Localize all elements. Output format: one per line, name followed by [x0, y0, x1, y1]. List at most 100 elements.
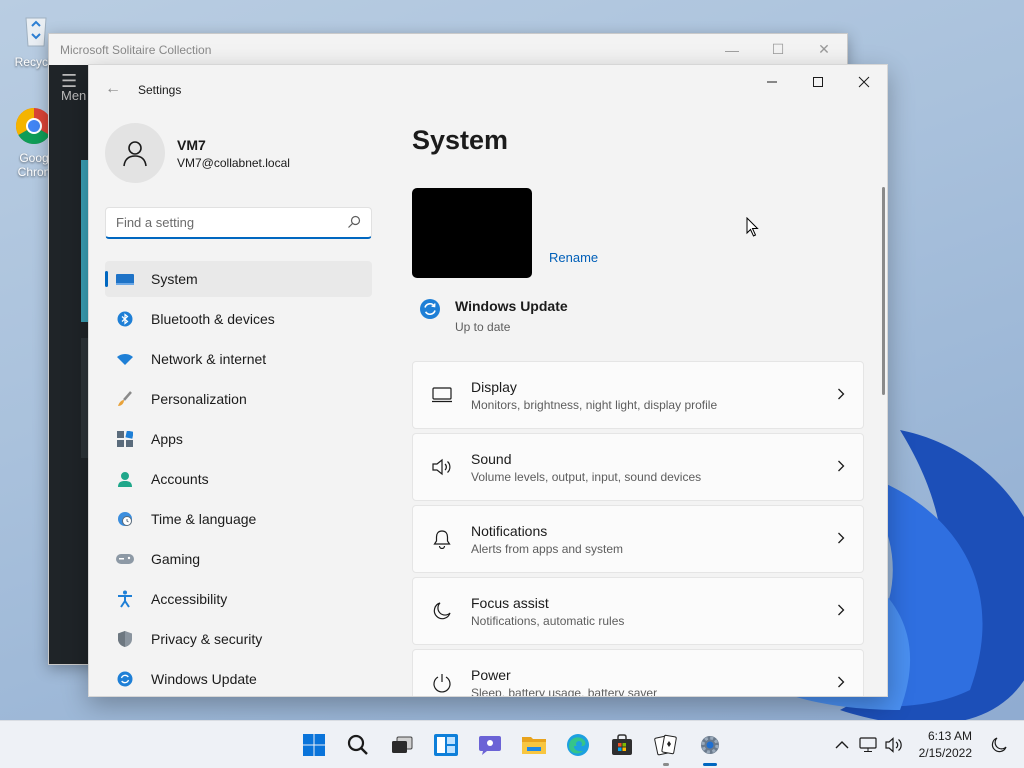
- card-subtitle: Volume levels, output, input, sound devi…: [471, 469, 702, 484]
- volume-button[interactable]: [881, 737, 907, 753]
- start-icon: [303, 734, 325, 756]
- solitaire-titlebar[interactable]: Microsoft Solitaire Collection — ☐ ✕: [49, 34, 847, 65]
- solitaire-menu-button[interactable]: ☰ Men: [61, 71, 87, 103]
- system-tray: 6:13 AM 2/15/2022: [829, 721, 1024, 768]
- edge-button[interactable]: [556, 721, 600, 768]
- chat-icon: [479, 736, 501, 755]
- card-focus-assist[interactable]: Focus assist Notifications, automatic ru…: [412, 577, 864, 645]
- sidebar-nav: System Bluetooth & devices Network & int…: [105, 261, 372, 696]
- sidebar-item-system[interactable]: System: [105, 261, 372, 297]
- chevron-up-icon: [835, 741, 849, 749]
- sidebar-item-privacy[interactable]: Privacy & security: [105, 621, 372, 657]
- sidebar-item-windows-update[interactable]: Windows Update: [105, 661, 372, 696]
- show-hidden-icons-button[interactable]: [829, 740, 855, 750]
- store-button[interactable]: [600, 721, 644, 768]
- card-title: Notifications: [471, 522, 548, 539]
- card-subtitle: Sleep, battery usage, battery saver: [471, 685, 658, 697]
- bell-icon: [433, 530, 451, 549]
- settings-titlebar[interactable]: ← Settings: [89, 65, 887, 113]
- widgets-button[interactable]: [424, 721, 468, 768]
- bluetooth-icon: [117, 311, 133, 327]
- sidebar-item-label: Apps: [151, 431, 183, 447]
- user-profile[interactable]: VM7 VM7@collabnet.local: [105, 123, 290, 183]
- file-explorer-icon: [522, 737, 546, 754]
- volume-icon: [885, 737, 902, 753]
- close-icon[interactable]: ✕: [801, 34, 847, 65]
- sidebar-item-bluetooth[interactable]: Bluetooth & devices: [105, 301, 372, 337]
- windows-update-status-text: Up to date: [455, 320, 511, 334]
- sidebar-item-gaming[interactable]: Gaming: [105, 541, 372, 577]
- sidebar-item-accessibility[interactable]: Accessibility: [105, 581, 372, 617]
- solitaire-menu-label: Men: [61, 88, 87, 103]
- settings-taskbar-button[interactable]: [688, 721, 732, 768]
- chevron-right-icon: [838, 388, 845, 400]
- search-icon[interactable]: [347, 215, 361, 229]
- power-icon: [433, 674, 451, 693]
- clock[interactable]: 6:13 AM 2/15/2022: [919, 728, 972, 762]
- start-button[interactable]: [292, 721, 336, 768]
- task-view-button[interactable]: [380, 721, 424, 768]
- solitaire-icon: [654, 734, 677, 756]
- sidebar-item-label: Windows Update: [151, 671, 257, 687]
- solitaire-taskbar-button[interactable]: [644, 721, 688, 768]
- maximize-icon[interactable]: ☐: [755, 34, 801, 65]
- network-icon: [859, 737, 877, 752]
- shield-icon: [118, 631, 132, 647]
- widgets-icon: [434, 734, 458, 756]
- maximize-button[interactable]: [795, 65, 841, 99]
- chevron-right-icon: [838, 676, 845, 688]
- focus-assist-button[interactable]: [986, 737, 1012, 753]
- sidebar-item-accounts[interactable]: Accounts: [105, 461, 372, 497]
- sidebar-item-apps[interactable]: Apps: [105, 421, 372, 457]
- speaker-icon: [432, 458, 451, 476]
- page-title: System: [412, 125, 509, 155]
- store-icon: [612, 734, 632, 755]
- sidebar-item-label: Accessibility: [151, 591, 228, 607]
- accessibility-icon: [118, 590, 132, 608]
- close-button[interactable]: [841, 65, 887, 99]
- network-status-button[interactable]: [855, 737, 881, 753]
- hamburger-icon: ☰: [61, 71, 78, 91]
- moon-icon: [433, 602, 451, 620]
- minimize-button[interactable]: [749, 65, 795, 99]
- maximize-icon: [813, 77, 823, 87]
- sidebar-item-label: Time & language: [151, 511, 257, 527]
- taskbar-search-button[interactable]: [336, 721, 380, 768]
- windows-update-status[interactable]: Windows Update Up to date: [419, 298, 568, 334]
- settings-icon: [701, 736, 719, 754]
- card-notifications[interactable]: Notifications Alerts from apps and syste…: [412, 505, 864, 573]
- sidebar-item-label: Gaming: [151, 551, 201, 567]
- search-input[interactable]: [106, 208, 326, 236]
- avatar: [105, 123, 165, 183]
- scrollbar-thumb[interactable]: [882, 187, 885, 395]
- card-display[interactable]: Display Monitors, brightness, night ligh…: [412, 361, 864, 429]
- clock-date: 2/15/2022: [918, 746, 972, 760]
- edge-icon: [567, 734, 589, 756]
- minimize-icon[interactable]: —: [709, 34, 755, 65]
- chat-button[interactable]: [468, 721, 512, 768]
- back-arrow-icon[interactable]: ←: [103, 79, 123, 99]
- device-image: [412, 188, 532, 278]
- settings-window[interactable]: ← Settings VM7 VM7@collabnet.local Find …: [88, 64, 888, 697]
- card-sound[interactable]: Sound Volume levels, output, input, soun…: [412, 433, 864, 501]
- sidebar-item-label: Accounts: [151, 471, 209, 487]
- search-icon: [347, 734, 368, 755]
- wifi-icon: [117, 353, 133, 365]
- person-icon: [123, 141, 147, 167]
- rename-link[interactable]: Rename: [549, 250, 598, 265]
- sidebar-item-time-language[interactable]: Time & language: [105, 501, 372, 537]
- search-box[interactable]: [105, 207, 372, 239]
- system-icon: [116, 274, 134, 285]
- card-title: Display: [471, 378, 517, 395]
- mouse-cursor-icon: [746, 217, 759, 237]
- minimize-icon: [767, 81, 777, 83]
- sidebar-item-personalization[interactable]: Personalization: [105, 381, 372, 417]
- card-title: Sound: [471, 450, 512, 467]
- accounts-icon: [118, 472, 132, 487]
- close-icon: [858, 76, 870, 88]
- sidebar-item-network[interactable]: Network & internet: [105, 341, 372, 377]
- file-explorer-button[interactable]: [512, 721, 556, 768]
- card-power[interactable]: Power Sleep, battery usage, battery save…: [412, 649, 864, 697]
- sidebar-item-label: Personalization: [151, 391, 247, 407]
- user-email: VM7@collabnet.local: [177, 155, 290, 170]
